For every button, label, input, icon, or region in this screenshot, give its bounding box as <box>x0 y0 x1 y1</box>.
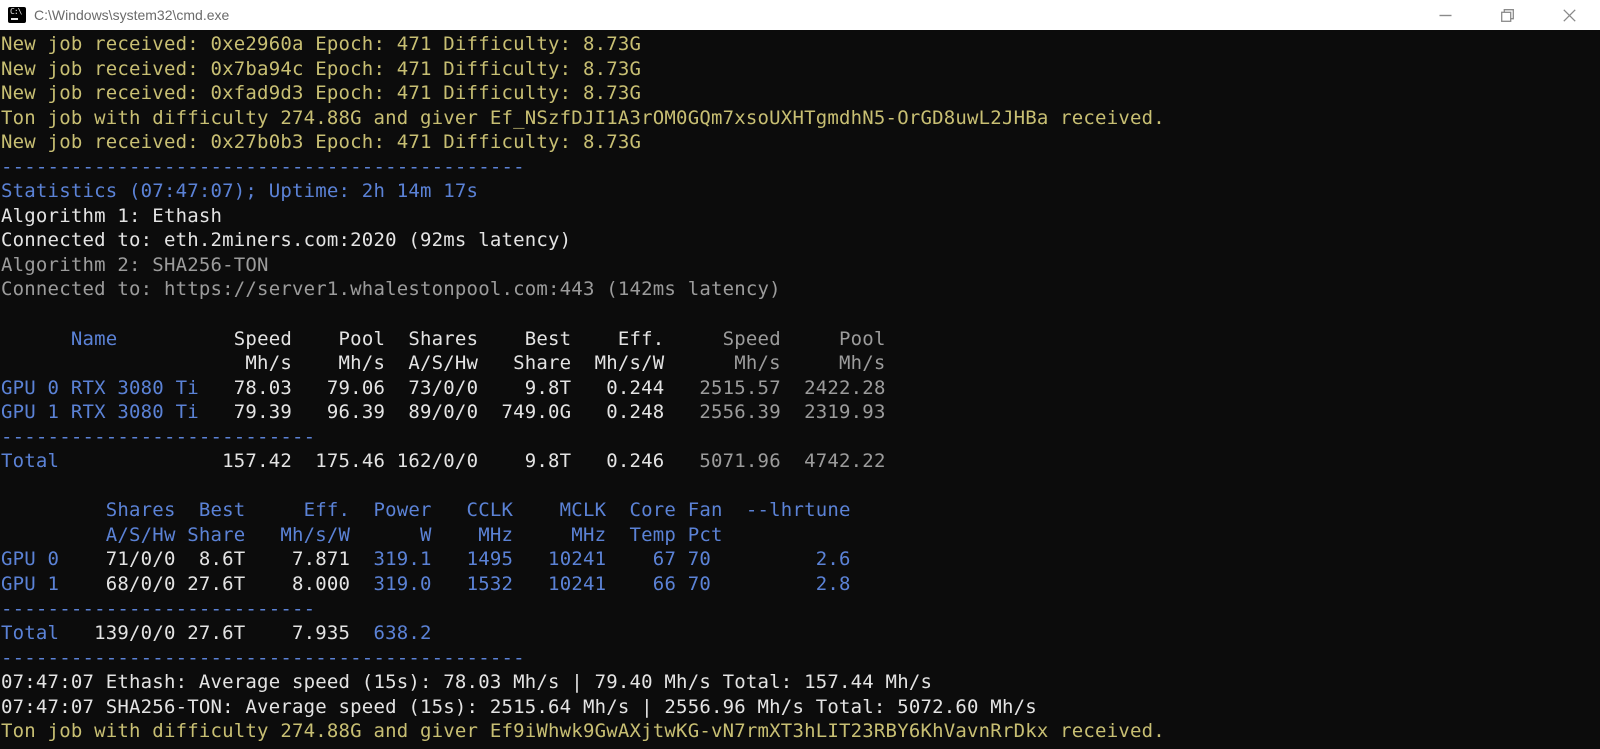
restore-button[interactable] <box>1476 0 1538 30</box>
close-icon <box>1563 9 1576 22</box>
terminal-line: Total 139/0/0 27.6T 7.935 638.2 <box>1 621 1600 646</box>
terminal-line: Shares Best Eff. Power CCLK MCLK Core Fa… <box>1 498 1600 523</box>
terminal-line: Statistics (07:47:07); Uptime: 2h 14m 17… <box>1 179 1600 204</box>
terminal-line <box>1 474 1600 499</box>
terminal-line: Ton job with difficulty 274.88G and give… <box>1 106 1600 131</box>
terminal-line: New job received: 0x27b0b3 Epoch: 471 Di… <box>1 130 1600 155</box>
terminal-line: New job received: 0xfad9d3 Epoch: 471 Di… <box>1 81 1600 106</box>
minimize-icon <box>1439 9 1452 22</box>
minimize-button[interactable] <box>1414 0 1476 30</box>
console-output[interactable]: New job received: 0xe2960a Epoch: 471 Di… <box>0 30 1600 749</box>
window-title: C:\Windows\system32\cmd.exe <box>34 7 229 23</box>
terminal-line: Connected to: https://server1.whalestonp… <box>1 277 1600 302</box>
terminal-line: GPU 0 RTX 3080 Ti 78.03 79.06 73/0/0 9.8… <box>1 376 1600 401</box>
terminal-line: Ton job with difficulty 274.88G and give… <box>1 719 1600 744</box>
terminal-line: GPU 1 RTX 3080 Ti 79.39 96.39 89/0/0 749… <box>1 400 1600 425</box>
terminal-line: Algorithm 2: SHA256-TON <box>1 253 1600 278</box>
terminal-line: New job received: 0x7ba94c Epoch: 471 Di… <box>1 57 1600 82</box>
terminal-line: Algorithm 1: Ethash <box>1 204 1600 229</box>
terminal-line: GPU 0 71/0/0 8.6T 7.871 319.1 1495 10241… <box>1 547 1600 572</box>
terminal-line: ----------------------------------------… <box>1 155 1600 180</box>
terminal-line: A/S/Hw Share Mh/s/W W MHz MHz Temp Pct <box>1 523 1600 548</box>
terminal-line: New job received: 0xe2960a Epoch: 471 Di… <box>1 32 1600 57</box>
titlebar[interactable]: C:\ C:\Windows\system32\cmd.exe <box>0 0 1600 30</box>
terminal-line: --------------------------- <box>1 425 1600 450</box>
terminal-line <box>1 302 1600 327</box>
close-button[interactable] <box>1538 0 1600 30</box>
terminal-line: GPU 1 68/0/0 27.6T 8.000 319.0 1532 1024… <box>1 572 1600 597</box>
terminal-line: Total 157.42 175.46 162/0/0 9.8T 0.246 5… <box>1 449 1600 474</box>
cmd-window: { "window": { "title": "C:\\Windows\\sys… <box>0 0 1600 749</box>
restore-icon <box>1501 9 1514 22</box>
terminal-line: 07:47:07 SHA256-TON: Average speed (15s)… <box>1 695 1600 720</box>
terminal-line: Name Speed Pool Shares Best Eff. Speed P… <box>1 327 1600 352</box>
terminal-line: Mh/s Mh/s A/S/Hw Share Mh/s/W Mh/s Mh/s <box>1 351 1600 376</box>
cmd-icon: C:\ <box>8 7 26 23</box>
terminal-line: Connected to: eth.2miners.com:2020 (92ms… <box>1 228 1600 253</box>
terminal-line: --------------------------- <box>1 597 1600 622</box>
terminal-line: 07:47:07 Ethash: Average speed (15s): 78… <box>1 670 1600 695</box>
terminal-line: ----------------------------------------… <box>1 646 1600 671</box>
caption-buttons <box>1414 0 1600 30</box>
